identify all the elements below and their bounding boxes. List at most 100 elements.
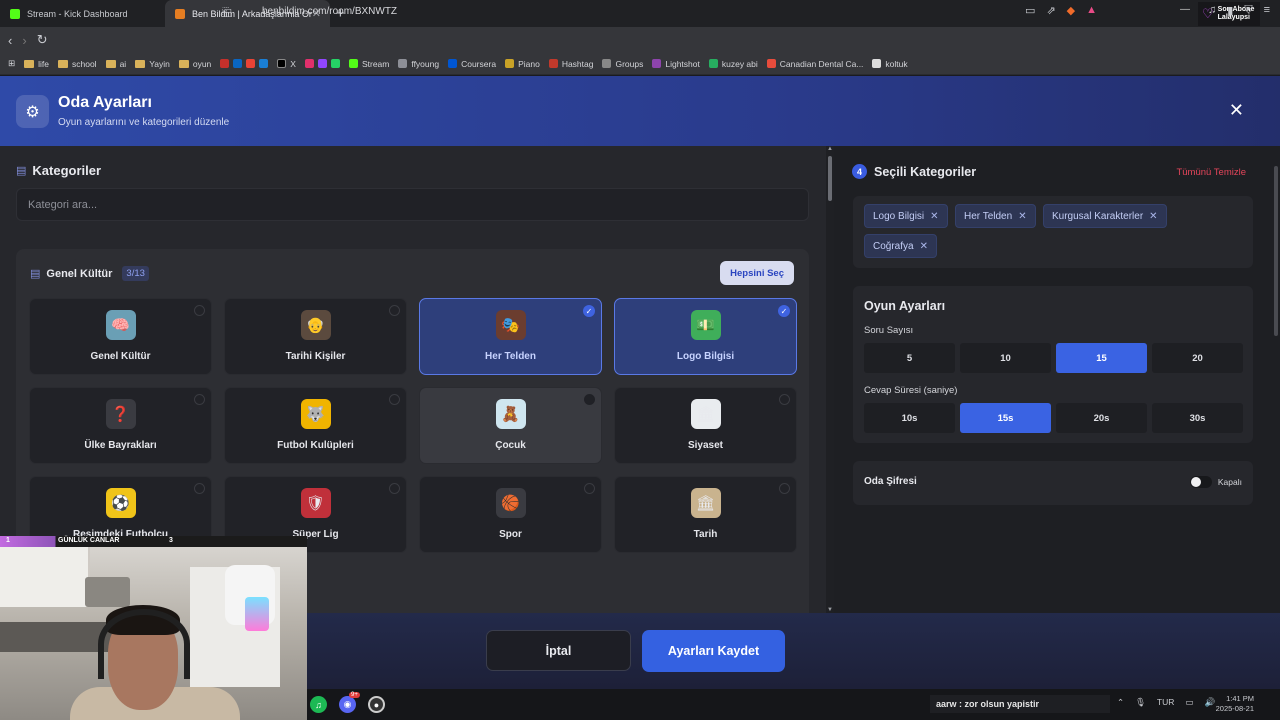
category-card-ulke-bayraklari[interactable]: ❓ Ülke Bayrakları — [29, 387, 212, 464]
bookmark-item[interactable]: Groups — [602, 59, 643, 69]
address-bar[interactable]: benbildim.com/room/BXNWTZ — [262, 6, 397, 17]
bookmark-item[interactable]: Lightshot — [652, 59, 700, 69]
apps-icon[interactable]: ⊞ — [8, 58, 15, 69]
bookmark-item[interactable]: Piano — [505, 59, 540, 69]
bookmark-item[interactable]: oyun — [178, 59, 211, 69]
forward-icon[interactable]: › — [22, 33, 26, 48]
bookmark-item[interactable]: Hashtag — [548, 59, 593, 69]
vpn-icon[interactable]: ⛨ — [1244, 4, 1252, 17]
bookmark-item[interactable]: Canadian Dental Ca... — [766, 59, 863, 69]
brave-rewards-icon[interactable]: ▲ — [1086, 4, 1097, 17]
group-icon: ▤ — [30, 268, 41, 280]
unchecked-radio-icon[interactable] — [584, 483, 595, 494]
bookmark-page-icon[interactable]: ⎗ — [222, 5, 232, 20]
bookmark-item[interactable]: ai — [105, 59, 126, 69]
bookmark-item[interactable]: X — [277, 59, 296, 69]
modal-subtitle: Oyun ayarlarını ve kategorileri düzenle — [58, 117, 230, 128]
time-option-selected[interactable]: 15s — [960, 403, 1051, 433]
bookmark-item[interactable]: Coursera — [448, 59, 496, 69]
categories-scrollbar[interactable]: ▲ ▼ — [826, 146, 834, 613]
time-option[interactable]: 10s — [864, 403, 955, 433]
bookmark-item[interactable]: kuzey abi — [708, 59, 758, 69]
question-option[interactable]: 20 — [1152, 343, 1243, 373]
selected-chip[interactable]: Her Telden ✕ — [955, 204, 1036, 228]
browser-tab-kick[interactable]: Stream - Kick Dashboard — [0, 0, 165, 27]
category-card-cocuk[interactable]: 🧸 Çocuk — [419, 387, 602, 464]
unchecked-radio-icon[interactable] — [194, 483, 205, 494]
category-card-futbol-kulupleri[interactable]: 🐺 Futbol Kulüpleri — [224, 387, 407, 464]
remove-chip-icon[interactable]: ✕ — [930, 211, 938, 222]
category-card-tarihi-kisiler[interactable]: 👴 Tarihi Kişiler — [224, 298, 407, 375]
brave-shield-icon[interactable]: ◆ — [1067, 4, 1075, 17]
unchecked-radio-icon[interactable] — [194, 394, 205, 405]
category-card-spor[interactable]: 🏀 Spor — [419, 476, 602, 553]
time-option[interactable]: 20s — [1056, 403, 1147, 433]
clear-all-link[interactable]: Tümünü Temizle — [1176, 167, 1246, 178]
bookmark-item[interactable]: koltuk — [872, 59, 908, 69]
answer-time-label: Cevap Süresi (saniye) — [864, 385, 958, 396]
room-password-toggle[interactable] — [1190, 476, 1212, 488]
tray-expand-icon[interactable]: ⌃ — [1117, 697, 1124, 708]
question-option[interactable]: 10 — [960, 343, 1051, 373]
benbildim-favicon-icon — [175, 8, 185, 19]
category-card-genel-kultur[interactable]: 🧠 Genel Kültür — [29, 298, 212, 375]
bookmark-item[interactable] — [220, 59, 269, 68]
cancel-button[interactable]: İptal — [486, 630, 631, 671]
right-panel-scrollbar[interactable] — [1274, 166, 1278, 336]
close-modal-icon[interactable]: ✕ — [1229, 100, 1244, 121]
sidebar-icon[interactable]: ▮ — [1227, 4, 1233, 17]
scrollbar-thumb[interactable] — [828, 156, 832, 201]
category-card-tarih[interactable]: 🏛 Tarih — [614, 476, 797, 553]
obs-icon[interactable]: ● — [368, 696, 385, 713]
time-option[interactable]: 30s — [1152, 403, 1243, 433]
webcam-overlay — [0, 547, 307, 720]
unchecked-radio-icon[interactable] — [194, 305, 205, 316]
unchecked-radio-icon[interactable] — [779, 483, 790, 494]
bookmark-item[interactable] — [304, 59, 340, 68]
group-name: Genel Kültür — [46, 267, 113, 280]
selected-chip[interactable]: Coğrafya ✕ — [864, 234, 937, 258]
scroll-up-icon[interactable]: ▲ — [827, 146, 833, 152]
game-settings-title: Oyun Ayarları — [864, 299, 946, 313]
category-search-input[interactable]: Kategori ara... — [16, 188, 809, 221]
question-option[interactable]: 5 — [864, 343, 955, 373]
unchecked-radio-icon[interactable] — [779, 394, 790, 405]
clock[interactable]: 1:41 PM 2025-08-21 — [1216, 694, 1254, 714]
category-stack-icon: ▤ — [16, 165, 27, 177]
network-icon[interactable]: ▭ — [1185, 697, 1193, 708]
language-indicator[interactable]: TUR — [1157, 697, 1174, 708]
menu-icon[interactable]: ≡ — [1264, 4, 1270, 17]
volume-icon[interactable]: 🔊 — [1204, 697, 1215, 708]
bookmark-item[interactable]: Stream — [348, 59, 389, 69]
bookmark-item[interactable]: Yayin — [135, 59, 170, 69]
unchecked-radio-icon[interactable] — [584, 394, 595, 405]
checkmark-icon[interactable]: ✓ — [583, 305, 595, 317]
spotify-icon[interactable]: ♫ — [310, 696, 327, 713]
unchecked-radio-icon[interactable] — [389, 483, 400, 494]
category-label: Spor — [499, 529, 522, 540]
discord-icon[interactable]: ◉ — [339, 696, 356, 713]
category-card-her-telden[interactable]: 🎭 Her Telden ✓ — [419, 298, 602, 375]
mic-icon[interactable]: 🎙 — [1135, 697, 1146, 708]
selected-chip[interactable]: Kurgusal Karakterler ✕ — [1043, 204, 1167, 228]
back-icon[interactable]: ‹ — [8, 33, 12, 48]
select-all-button[interactable]: Hepsini Seç — [720, 261, 794, 285]
unchecked-radio-icon[interactable] — [389, 394, 400, 405]
save-settings-button[interactable]: Ayarları Kaydet — [642, 630, 785, 672]
remove-chip-icon[interactable]: ✕ — [1149, 211, 1157, 222]
bookmark-item[interactable]: school — [58, 59, 97, 69]
reload-icon[interactable]: ↻ — [37, 32, 48, 48]
category-card-logo-bilgisi[interactable]: 💵 Logo Bilgisi ✓ — [614, 298, 797, 375]
remove-chip-icon[interactable]: ✕ — [1018, 211, 1026, 222]
screen-cast-icon[interactable]: ▭ — [1025, 4, 1035, 17]
share-icon[interactable]: ⇗ — [1046, 4, 1055, 17]
category-card-siyaset[interactable]: 🏛 Siyaset — [614, 387, 797, 464]
bookmark-item[interactable]: life — [24, 59, 49, 69]
checkmark-icon[interactable]: ✓ — [778, 305, 790, 317]
remove-chip-icon[interactable]: ✕ — [920, 241, 928, 252]
unchecked-radio-icon[interactable] — [389, 305, 400, 316]
wallet-icon[interactable]: ♫ — [1208, 4, 1216, 17]
question-option-selected[interactable]: 15 — [1056, 343, 1147, 373]
selected-chip[interactable]: Logo Bilgisi ✕ — [864, 204, 948, 228]
bookmark-item[interactable]: ffyoung — [398, 59, 439, 69]
